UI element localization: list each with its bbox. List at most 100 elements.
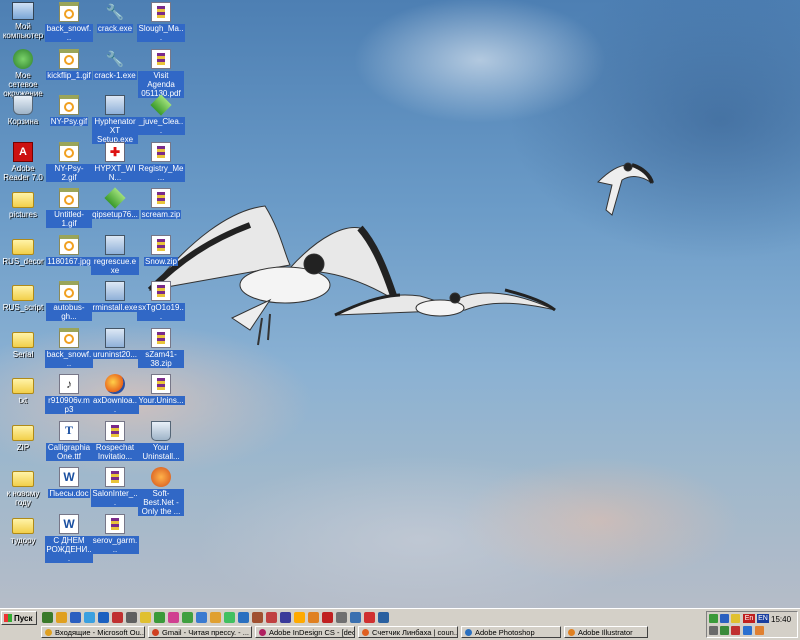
- desktop-icon[interactable]: Your Uninstall...: [138, 420, 184, 461]
- desktop-icon[interactable]: Корзина: [0, 95, 46, 126]
- quick-launch-icon[interactable]: [308, 612, 319, 623]
- folder-file-icon: [12, 331, 34, 348]
- clock[interactable]: 15:40: [771, 615, 791, 624]
- tray-icon[interactable]: [720, 614, 729, 623]
- desktop-icon[interactable]: к новому году: [0, 467, 46, 507]
- quick-launch-icon[interactable]: [140, 612, 151, 623]
- quick-launch-icon[interactable]: [238, 612, 249, 623]
- start-button[interactable]: Пуск: [1, 611, 37, 625]
- desktop-icon[interactable]: Snow.zip: [138, 234, 184, 266]
- desktop-icon[interactable]: ♪ r910906v.mp3: [45, 374, 93, 414]
- desktop-icon[interactable]: autobus-gh...: [46, 281, 92, 321]
- desktop-icon[interactable]: A Adobe Reader 7.0: [0, 141, 46, 182]
- desktop-icon[interactable]: serov_garm...: [91, 513, 139, 554]
- quick-launch-icon[interactable]: [252, 612, 263, 623]
- desktop-icon[interactable]: kickflip_1.gif: [46, 48, 92, 80]
- desktop-icon[interactable]: SalonInter_...: [91, 467, 139, 507]
- desktop-icon[interactable]: back_snowf...: [45, 2, 93, 42]
- quick-launch-icon[interactable]: [224, 612, 235, 623]
- zip-file-icon: [105, 467, 125, 487]
- quick-launch-icon[interactable]: [56, 612, 67, 623]
- quick-launch-icon[interactable]: [336, 612, 347, 623]
- quick-launch-icon[interactable]: [210, 612, 221, 623]
- quick-launch-icon[interactable]: [322, 612, 333, 623]
- desktop-icon[interactable]: тудору: [0, 514, 46, 545]
- desktop-icon[interactable]: NY-Psy-2.gif: [46, 141, 92, 182]
- desktop-icon[interactable]: ZIP: [0, 421, 46, 452]
- desktop-icon[interactable]: ✚ HYPXT_WIN...: [91, 141, 139, 182]
- desktop-icon[interactable]: RUS_decor: [0, 235, 46, 266]
- quick-launch-icon[interactable]: [378, 612, 389, 623]
- quick-launch-icon[interactable]: [364, 612, 375, 623]
- taskbar-button[interactable]: Adobe InDesign CS - [dec...: [255, 626, 355, 638]
- desktop-icon[interactable]: Registry_Me...: [137, 141, 185, 182]
- desktop-icon[interactable]: sZam41-38.zip: [138, 327, 184, 368]
- desktop-icon[interactable]: _juve_Clea...: [137, 94, 185, 135]
- desktop-icon[interactable]: sxTgO1o19...: [137, 281, 185, 321]
- desktop-icon[interactable]: NY-Psy.gif: [46, 95, 92, 126]
- desktop-icon[interactable]: W Пьесы.doc: [46, 467, 92, 498]
- desktop-icon[interactable]: 🔧 crack.exe: [92, 2, 138, 33]
- desktop-icon[interactable]: 1180167.jpg: [46, 234, 92, 266]
- desktop-icon[interactable]: Soft-Best.Net - Only the ...: [138, 467, 184, 516]
- desktop-icon-label: NY-Psy-2.gif: [46, 163, 92, 182]
- tray-icon[interactable]: [731, 626, 740, 635]
- taskbar-button[interactable]: Входящие - Microsoft Ou...: [41, 626, 145, 638]
- quick-launch-icon[interactable]: [196, 612, 207, 623]
- desktop-icon[interactable]: Serial: [0, 328, 46, 359]
- desktop-icon[interactable]: pictures: [0, 188, 46, 219]
- desktop-icon[interactable]: scream.zip: [138, 188, 184, 219]
- desktop-icon[interactable]: Мое сетевое окружение: [0, 48, 46, 98]
- taskbar-button[interactable]: Adobe Illustrator: [564, 626, 648, 638]
- tray-icon[interactable]: [743, 626, 752, 635]
- quick-launch-icon[interactable]: [350, 612, 361, 623]
- quick-launch-icon[interactable]: [154, 612, 165, 623]
- desktop-icon[interactable]: Hyphenator XT Setup.exe: [92, 95, 138, 144]
- desktop-icon[interactable]: T Calligraphia One.ttf: [46, 420, 92, 461]
- quick-launch-icon[interactable]: [126, 612, 137, 623]
- desktop-icon[interactable]: txt: [0, 374, 46, 405]
- desktop-icon[interactable]: Your.Unins...: [137, 374, 185, 405]
- desktop-icon[interactable]: RUS_script: [0, 281, 46, 312]
- desktop-icon[interactable]: WС ДНЕМ РОЖДЕНИ...: [45, 513, 93, 563]
- desktop[interactable]: Мой компьютер Мое сетевое окружение Корзин…: [0, 0, 800, 608]
- desktop-icon-label: pictures: [8, 210, 37, 219]
- tray-icon[interactable]: [755, 626, 764, 635]
- desktop-icon[interactable]: qipsetup76...: [91, 187, 139, 219]
- quick-launch-icon[interactable]: [70, 612, 81, 623]
- desktop-icon[interactable]: Rospechat Invitatio...: [92, 420, 138, 461]
- language-indicator-secondary[interactable]: EN: [757, 614, 769, 623]
- desktop-icon[interactable]: back_snowf...: [45, 327, 93, 368]
- desktop-icon[interactable]: rminstall.exe: [91, 281, 139, 312]
- quick-launch-icon[interactable]: [266, 612, 277, 623]
- taskbar-button[interactable]: Adobe Photoshop: [461, 626, 561, 638]
- quick-launch-icon[interactable]: [168, 612, 179, 623]
- tray-icon[interactable]: [709, 614, 718, 623]
- desktop-icon[interactable]: Мой компьютер: [0, 2, 46, 40]
- quick-launch-icon[interactable]: [294, 612, 305, 623]
- desktop-icon[interactable]: Visit Agenda 051130.pdf: [138, 48, 184, 98]
- desktop-icon[interactable]: Slough_Ma...: [137, 2, 185, 42]
- recycle-file-icon: [13, 95, 33, 115]
- quick-launch-icon[interactable]: [280, 612, 291, 623]
- tray-icon[interactable]: [731, 614, 740, 623]
- folder-file-icon: [12, 238, 34, 255]
- quick-launch-icon[interactable]: [42, 612, 53, 623]
- quick-launch-icon[interactable]: [112, 612, 123, 623]
- desktop-icon[interactable]: axDownloa...: [91, 374, 139, 414]
- desktop-icon-label: Пьесы.doc: [48, 489, 90, 498]
- tray-icon[interactable]: [720, 626, 729, 635]
- desktop-icon[interactable]: regrescue.exe: [91, 234, 139, 275]
- taskbar-button[interactable]: Счетчик Линбаха | coun...: [358, 626, 458, 638]
- folder-file-icon: [12, 285, 34, 301]
- tray-icon[interactable]: [709, 626, 718, 635]
- quick-launch-icon[interactable]: [84, 612, 95, 623]
- taskbar-button[interactable]: Gmail - Читая прессу. - ...: [148, 626, 252, 638]
- desktop-icon[interactable]: Untitled-1.gif: [46, 188, 92, 228]
- quick-launch-icon[interactable]: [98, 612, 109, 623]
- language-indicator[interactable]: En: [743, 614, 755, 623]
- taskbar-button-label: Adobe Photoshop: [475, 627, 535, 637]
- desktop-icon[interactable]: uruninst20...: [91, 327, 139, 359]
- quick-launch-icon[interactable]: [182, 612, 193, 623]
- desktop-icon[interactable]: 🔧 crack-1.exe: [92, 49, 138, 80]
